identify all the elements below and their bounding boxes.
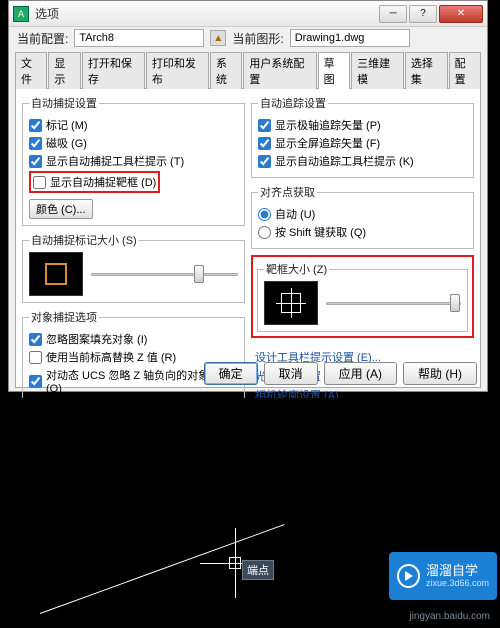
aperture-preview <box>264 281 318 325</box>
tab-drafting[interactable]: 草图 <box>318 52 350 89</box>
tab-body: 自动捕捉设置 标记 (M) 磁吸 (G) 显示自动捕捉工具栏提示 (T) 显示自… <box>15 88 481 388</box>
chk-aperture-box[interactable] <box>33 176 46 189</box>
chk-polar-vec-box[interactable] <box>258 119 271 132</box>
chk-magnet[interactable]: 磁吸 (G) <box>29 135 238 151</box>
autosnap-group: 自动捕捉设置 标记 (M) 磁吸 (G) 显示自动捕捉工具栏提示 (T) 显示自… <box>22 95 245 226</box>
radio-auto[interactable]: 自动 (U) <box>258 206 467 222</box>
tab-strip: 文件 显示 打开和保存 打印和发布 系统 用户系统配置 草图 三维建模 选择集 … <box>9 51 487 88</box>
chk-track-tip-box[interactable] <box>258 155 271 168</box>
marker-size-legend: 自动捕捉标记大小 (S) <box>29 232 139 248</box>
radio-auto-dot[interactable] <box>258 208 271 221</box>
highlight-aperture-size: 靶框大小 (Z) <box>251 255 474 338</box>
options-dialog: A 选项 ─ ? ✕ 当前配置: TArch8 ▲ 当前图形: Drawing1… <box>8 0 488 392</box>
tab-profiles[interactable]: 配置 <box>449 52 481 89</box>
config-value: TArch8 <box>74 29 204 47</box>
ok-button[interactable]: 确定 <box>204 362 258 385</box>
tab-selection[interactable]: 选择集 <box>405 52 448 89</box>
tab-print[interactable]: 打印和发布 <box>146 52 209 89</box>
drawing-label: 当前图形: <box>232 30 283 47</box>
snap-tooltip: 端点 <box>242 560 274 580</box>
titlebar: A 选项 ─ ? ✕ <box>9 1 487 27</box>
tab-display[interactable]: 显示 <box>48 52 80 89</box>
header-row: 当前配置: TArch8 ▲ 当前图形: Drawing1.dwg <box>9 27 487 49</box>
close-button[interactable]: ✕ <box>439 5 483 23</box>
help-button[interactable]: ? <box>409 5 437 23</box>
aperture-size-group: 靶框大小 (Z) <box>257 261 468 332</box>
drawing-icon: ▲ <box>210 30 226 46</box>
brand-sub: zixue.3d66.com <box>426 578 489 588</box>
window-title: 选项 <box>35 5 377 22</box>
align-point-group: 对齐点获取 自动 (U) 按 Shift 键获取 (Q) <box>251 184 474 249</box>
apply-button[interactable]: 应用 (A) <box>324 362 397 385</box>
chk-ignore-hatch-box[interactable] <box>29 333 42 346</box>
chk-tooltip-box[interactable] <box>29 155 42 168</box>
chk-mark[interactable]: 标记 (M) <box>29 117 238 133</box>
drawing-canvas[interactable]: 端点 溜溜自学 zixue.3d66.com jingyan.baidu.com <box>0 398 500 628</box>
radio-shift[interactable]: 按 Shift 键获取 (Q) <box>258 224 467 240</box>
align-point-legend: 对齐点获取 <box>258 184 317 200</box>
chk-replace-z-box[interactable] <box>29 351 42 364</box>
chk-track-tip[interactable]: 显示自动追踪工具栏提示 (K) <box>258 153 467 169</box>
chk-polar-vec[interactable]: 显示极轴追踪矢量 (P) <box>258 117 467 133</box>
marker-size-slider[interactable] <box>91 265 238 283</box>
help-dialog-button[interactable]: 帮助 (H) <box>403 362 477 385</box>
play-icon <box>397 564 420 588</box>
tab-opensave[interactable]: 打开和保存 <box>82 52 145 89</box>
chk-full-vec-box[interactable] <box>258 137 271 150</box>
minimize-button[interactable]: ─ <box>379 5 407 23</box>
right-column: 自动追踪设置 显示极轴追踪矢量 (P) 显示全屏追踪矢量 (F) 显示自动追踪工… <box>251 95 474 381</box>
chk-ignore-hatch[interactable]: 忽略图案填充对象 (I) <box>29 331 238 347</box>
autotrack-legend: 自动追踪设置 <box>258 95 328 111</box>
chk-full-vec[interactable]: 显示全屏追踪矢量 (F) <box>258 135 467 151</box>
tab-3dmodel[interactable]: 三维建模 <box>351 52 404 89</box>
radio-shift-dot[interactable] <box>258 226 271 239</box>
config-label: 当前配置: <box>17 30 68 47</box>
chk-aperture[interactable]: 显示自动捕捉靶框 (D) <box>33 174 156 190</box>
chk-tooltip[interactable]: 显示自动捕捉工具栏提示 (T) <box>29 153 238 169</box>
color-button[interactable]: 颜色 (C)... <box>29 199 93 219</box>
osnap-options-group: 对象捕捉选项 忽略图案填充对象 (I) 使用当前标高替换 Z 值 (R) 对动态… <box>22 309 245 404</box>
chk-magnet-box[interactable] <box>29 137 42 150</box>
aperture-size-legend: 靶框大小 (Z) <box>264 261 329 277</box>
tab-system[interactable]: 系统 <box>210 52 242 89</box>
tab-userpref[interactable]: 用户系统配置 <box>243 52 316 89</box>
marker-size-group: 自动捕捉标记大小 (S) <box>22 232 245 303</box>
highlight-aperture-checkbox: 显示自动捕捉靶框 (D) <box>29 171 160 193</box>
left-column: 自动捕捉设置 标记 (M) 磁吸 (G) 显示自动捕捉工具栏提示 (T) 显示自… <box>22 95 245 381</box>
tab-file[interactable]: 文件 <box>15 52 47 89</box>
brand-badge[interactable]: 溜溜自学 zixue.3d66.com <box>389 552 497 600</box>
chk-mark-box[interactable] <box>29 119 42 132</box>
aperture-size-slider[interactable] <box>326 294 461 312</box>
brand-title: 溜溜自学 <box>426 564 489 578</box>
watermark: jingyan.baidu.com <box>409 611 490 622</box>
marker-preview <box>29 252 83 296</box>
dialog-buttons: 确定 取消 应用 (A) 帮助 (H) <box>204 362 477 385</box>
chk-dyn-ucs-box[interactable] <box>29 375 42 388</box>
app-icon: A <box>13 6 29 22</box>
cancel-button[interactable]: 取消 <box>264 362 318 385</box>
autosnap-legend: 自动捕捉设置 <box>29 95 99 111</box>
osnap-options-legend: 对象捕捉选项 <box>29 309 99 325</box>
autotrack-group: 自动追踪设置 显示极轴追踪矢量 (P) 显示全屏追踪矢量 (F) 显示自动追踪工… <box>251 95 474 178</box>
drawing-value: Drawing1.dwg <box>290 29 410 47</box>
